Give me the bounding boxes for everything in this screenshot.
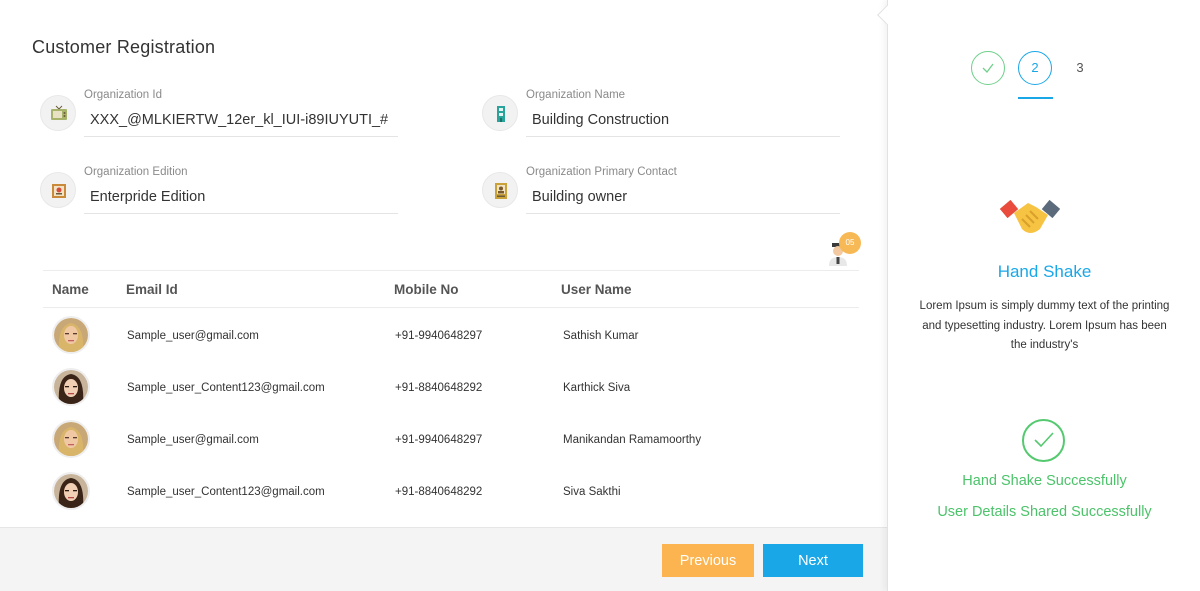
user-details-shared-message: User Details Shared Successfully: [937, 504, 1152, 520]
email-cell: Sample_user@gmail.com: [127, 330, 259, 342]
handshake-icon: [1000, 199, 1060, 233]
table-row[interactable]: Sample_user@gmail.com +91-9940648297 Man…: [43, 412, 859, 464]
username-cell: Manikandan Ramamoorthy: [563, 434, 702, 446]
dark-hair-woman-avatar: [52, 472, 90, 510]
handshake-success-message: Hand Shake Successfully: [962, 473, 1127, 489]
user-count-button[interactable]: 05: [826, 232, 862, 266]
step-2-active[interactable]: 2: [1018, 51, 1052, 85]
next-button[interactable]: Next: [763, 544, 863, 577]
username-cell: Sathish Kumar: [563, 330, 639, 342]
blonde-woman-avatar: [52, 420, 90, 458]
tv-icon: [40, 95, 76, 131]
step-3[interactable]: 3: [1063, 51, 1097, 85]
email-cell: Sample_user@gmail.com: [127, 434, 259, 446]
username-cell: Karthick Siva: [563, 382, 631, 394]
table-row[interactable]: Sample_user_Content123@gmail.com +91-884…: [43, 464, 859, 516]
field-label: Organization Id: [84, 89, 162, 101]
building-icon: [482, 95, 518, 131]
table-row[interactable]: Sample_user_Content123@gmail.com +91-884…: [43, 360, 859, 412]
contact-card-icon: [482, 172, 518, 208]
username-cell: Siva Sakthi: [563, 486, 621, 498]
table-header: Name Email Id Mobile No User Name: [43, 270, 859, 308]
field-label: Organization Primary Contact: [526, 166, 677, 178]
check-icon: [982, 63, 994, 73]
success-check-icon: [1022, 419, 1065, 462]
handshake-description: Lorem Ipsum is simply dummy text of the …: [919, 300, 1170, 351]
mobile-cell: +91-8840648292: [395, 486, 483, 498]
organization-edition-input[interactable]: [84, 180, 398, 214]
mobile-cell: +91-9940648297: [395, 330, 483, 342]
user-count-badge: 05: [839, 232, 861, 254]
blonde-woman-avatar: [52, 316, 90, 354]
organization-primary-contact-input[interactable]: [526, 180, 840, 214]
organization-primary-contact-field: Organization Primary Contact: [482, 166, 842, 226]
mobile-cell: +91-8840648292: [395, 382, 483, 394]
column-header-name: Name: [52, 282, 89, 297]
active-step-indicator: [1018, 97, 1053, 99]
organization-name-input[interactable]: [526, 103, 840, 137]
handshake-title: Hand Shake: [997, 262, 1092, 281]
main-panel: Customer Registration Organization Id Or…: [0, 0, 887, 591]
organization-edition-field: Organization Edition: [40, 166, 400, 226]
field-label: Organization Name: [526, 89, 626, 101]
certificate-icon: [40, 172, 76, 208]
mobile-cell: +91-9940648297: [395, 434, 483, 446]
organization-id-field: Organization Id: [40, 89, 400, 149]
form-footer: Previous Next: [0, 527, 887, 591]
organization-id-input[interactable]: [84, 103, 398, 137]
page-title: Customer Registration: [32, 37, 216, 57]
column-header-mobile: Mobile No: [394, 282, 459, 297]
users-table: Name Email Id Mobile No User Name Sample…: [43, 270, 859, 516]
previous-button[interactable]: Previous: [662, 544, 754, 577]
table-row[interactable]: Sample_user@gmail.com +91-9940648297 Sat…: [43, 308, 859, 360]
email-cell: Sample_user_Content123@gmail.com: [127, 382, 325, 394]
handshake-side-panel: 2 3 Hand Shake Lorem Ipsum is simply dum…: [877, 0, 1200, 591]
dark-hair-woman-avatar: [52, 368, 90, 406]
email-cell: Sample_user_Content123@gmail.com: [127, 486, 325, 498]
column-header-email: Email Id: [126, 282, 178, 297]
organization-name-field: Organization Name: [482, 89, 842, 149]
field-label: Organization Edition: [84, 166, 188, 178]
column-header-username: User Name: [561, 282, 632, 297]
step-1-completed[interactable]: [971, 51, 1005, 85]
